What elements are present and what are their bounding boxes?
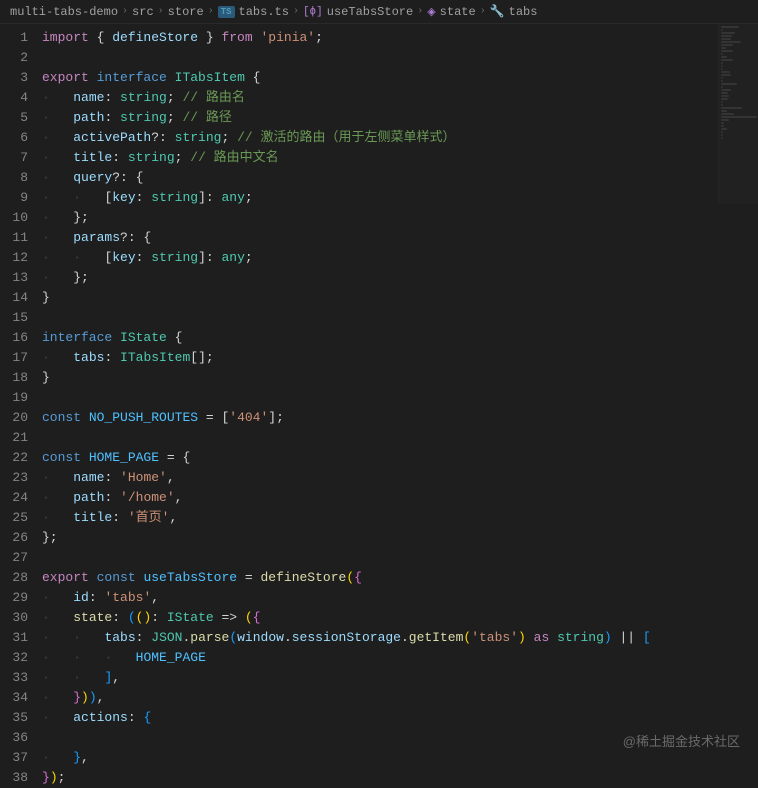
- line-number: 10: [0, 208, 28, 228]
- line-number: 12: [0, 248, 28, 268]
- breadcrumb[interactable]: multi-tabs-demo › src › store › TS tabs.…: [0, 0, 758, 24]
- line-number: 22: [0, 448, 28, 468]
- breadcrumb-item[interactable]: store: [168, 5, 204, 19]
- code-line[interactable]: · name: string; // 路由名: [42, 88, 758, 108]
- code-line[interactable]: }: [42, 368, 758, 388]
- code-line[interactable]: · path: '/home',: [42, 488, 758, 508]
- code-line[interactable]: · · [key: string]: any;: [42, 188, 758, 208]
- symbol-method-icon: ◈: [427, 5, 435, 19]
- code-line[interactable]: · name: 'Home',: [42, 468, 758, 488]
- line-number: 26: [0, 528, 28, 548]
- code-line[interactable]: export const useTabsStore = defineStore(…: [42, 568, 758, 588]
- typescript-file-icon: TS: [218, 6, 235, 18]
- breadcrumb-item[interactable]: tabs: [509, 5, 538, 19]
- chevron-right-icon: ›: [158, 6, 164, 17]
- code-line[interactable]: [42, 48, 758, 68]
- line-number: 16: [0, 328, 28, 348]
- line-number: 32: [0, 648, 28, 668]
- code-line[interactable]: [42, 308, 758, 328]
- line-number: 27: [0, 548, 28, 568]
- line-number: 8: [0, 168, 28, 188]
- line-number: 1: [0, 28, 28, 48]
- symbol-property-icon: 🔧: [490, 4, 505, 19]
- code-line[interactable]: · activePath?: string; // 激活的路由（用于左侧菜单样式…: [42, 128, 758, 148]
- code-line[interactable]: interface IState {: [42, 328, 758, 348]
- code-line[interactable]: · id: 'tabs',: [42, 588, 758, 608]
- chevron-right-icon: ›: [417, 6, 423, 17]
- code-line[interactable]: });: [42, 768, 758, 788]
- code-line[interactable]: · },: [42, 748, 758, 768]
- line-number: 35: [0, 708, 28, 728]
- code-line[interactable]: · · [key: string]: any;: [42, 248, 758, 268]
- line-number: 20: [0, 408, 28, 428]
- code-line[interactable]: const NO_PUSH_ROUTES = ['404'];: [42, 408, 758, 428]
- breadcrumb-item[interactable]: state: [440, 5, 476, 19]
- code-line[interactable]: };: [42, 528, 758, 548]
- line-number: 21: [0, 428, 28, 448]
- code-line[interactable]: · · tabs: JSON.parse(window.sessionStora…: [42, 628, 758, 648]
- line-number: 3: [0, 68, 28, 88]
- code-line[interactable]: [42, 388, 758, 408]
- code-line[interactable]: · title: string; // 路由中文名: [42, 148, 758, 168]
- chevron-right-icon: ›: [122, 6, 128, 17]
- breadcrumb-item[interactable]: multi-tabs-demo: [10, 5, 118, 19]
- chevron-right-icon: ›: [208, 6, 214, 17]
- line-number: 31: [0, 628, 28, 648]
- line-number: 17: [0, 348, 28, 368]
- line-number: 28: [0, 568, 28, 588]
- code-line[interactable]: [42, 548, 758, 568]
- code-line[interactable]: · path: string; // 路径: [42, 108, 758, 128]
- line-number: 13: [0, 268, 28, 288]
- line-number: 19: [0, 388, 28, 408]
- code-line[interactable]: · };: [42, 208, 758, 228]
- line-number: 5: [0, 108, 28, 128]
- code-line[interactable]: · title: '首页',: [42, 508, 758, 528]
- code-line[interactable]: const HOME_PAGE = {: [42, 448, 758, 468]
- line-number: 9: [0, 188, 28, 208]
- line-number: 14: [0, 288, 28, 308]
- line-number: 11: [0, 228, 28, 248]
- line-number: 29: [0, 588, 28, 608]
- code-line[interactable]: · state: ((): IState => ({: [42, 608, 758, 628]
- code-line[interactable]: · tabs: ITabsItem[];: [42, 348, 758, 368]
- line-number: 6: [0, 128, 28, 148]
- code-line[interactable]: · })),: [42, 688, 758, 708]
- code-line[interactable]: · · · HOME_PAGE: [42, 648, 758, 668]
- code-line[interactable]: · · ],: [42, 668, 758, 688]
- line-number: 36: [0, 728, 28, 748]
- line-number: 2: [0, 48, 28, 68]
- code-line[interactable]: · actions: {: [42, 708, 758, 728]
- line-number: 15: [0, 308, 28, 328]
- chevron-right-icon: ›: [293, 6, 299, 17]
- line-number-gutter: 1234567891011121314151617181920212223242…: [0, 24, 42, 768]
- breadcrumb-item[interactable]: useTabsStore: [327, 5, 413, 19]
- breadcrumb-item[interactable]: tabs.ts: [239, 5, 289, 19]
- symbol-variable-icon: [ϕ]: [303, 6, 323, 18]
- code-line[interactable]: export interface ITabsItem {: [42, 68, 758, 88]
- line-number: 34: [0, 688, 28, 708]
- code-line[interactable]: · query?: {: [42, 168, 758, 188]
- breadcrumb-item[interactable]: src: [132, 5, 154, 19]
- code-line[interactable]: · params?: {: [42, 228, 758, 248]
- code-line[interactable]: [42, 428, 758, 448]
- line-number: 18: [0, 368, 28, 388]
- line-number: 4: [0, 88, 28, 108]
- line-number: 38: [0, 768, 28, 788]
- line-number: 25: [0, 508, 28, 528]
- line-number: 37: [0, 748, 28, 768]
- line-number: 7: [0, 148, 28, 168]
- code-line[interactable]: }: [42, 288, 758, 308]
- watermark: @稀土掘金技术社区: [623, 731, 740, 750]
- chevron-right-icon: ›: [480, 6, 486, 17]
- line-number: 23: [0, 468, 28, 488]
- line-number: 33: [0, 668, 28, 688]
- line-number: 30: [0, 608, 28, 628]
- code-line[interactable]: import { defineStore } from 'pinia';: [42, 28, 758, 48]
- code-content[interactable]: import { defineStore } from 'pinia'; exp…: [42, 24, 758, 768]
- line-number: 24: [0, 488, 28, 508]
- code-editor[interactable]: 1234567891011121314151617181920212223242…: [0, 24, 758, 768]
- code-line[interactable]: · };: [42, 268, 758, 288]
- minimap[interactable]: [718, 24, 758, 204]
